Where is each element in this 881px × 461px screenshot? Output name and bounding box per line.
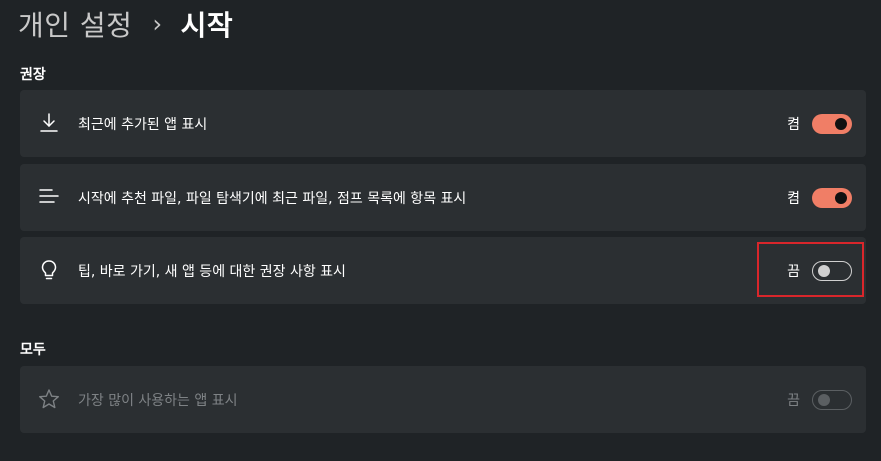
highlight-annotation-box	[757, 242, 864, 297]
toggle-knob	[818, 393, 830, 406]
setting-recently-added-apps[interactable]: 최근에 추가된 앱 표시 켬	[20, 90, 866, 157]
breadcrumb-chevron-icon: ›	[152, 10, 163, 38]
toggle-state-text: 끔	[787, 392, 800, 409]
setting-label: 시작에 추천 파일, 파일 탐색기에 최근 파일, 점프 목록에 항목 표시	[78, 190, 467, 207]
breadcrumb: 개인 설정 › 시작	[18, 4, 233, 44]
setting-label: 팁, 바로 가기, 새 앱 등에 대한 권장 사항 표시	[78, 263, 346, 280]
setting-most-used-apps: 가장 많이 사용하는 앱 표시 끔	[20, 366, 866, 433]
section-label-all: 모두	[20, 342, 46, 358]
breadcrumb-personalization-link[interactable]: 개인 설정	[18, 4, 132, 44]
setting-label: 가장 많이 사용하는 앱 표시	[78, 392, 238, 409]
list-lines-icon	[37, 185, 61, 209]
page-title: 시작	[180, 9, 234, 42]
lightbulb-icon	[37, 258, 61, 282]
setting-label: 최근에 추가된 앱 표시	[78, 116, 208, 133]
recommended-files-toggle[interactable]	[812, 187, 852, 208]
toggle-knob	[835, 117, 847, 130]
star-icon	[37, 387, 61, 411]
setting-tips-recommendations[interactable]: 팁, 바로 가기, 새 앱 등에 대한 권장 사항 표시 끔	[20, 237, 866, 304]
recently-added-apps-toggle[interactable]	[812, 113, 852, 134]
section-label-recommended: 권장	[20, 67, 46, 83]
most-used-apps-toggle	[812, 389, 852, 410]
toggle-state-text: 켬	[787, 116, 800, 133]
toggle-state-text: 켬	[787, 190, 800, 207]
start-settings-page: 개인 설정 › 시작 권장 최근에 추가된 앱 표시 켬 시작에 추천 파일, …	[0, 0, 881, 461]
toggle-knob	[835, 191, 847, 204]
download-icon	[37, 111, 61, 135]
setting-recommended-files[interactable]: 시작에 추천 파일, 파일 탐색기에 최근 파일, 점프 목록에 항목 표시 켬	[20, 164, 866, 231]
